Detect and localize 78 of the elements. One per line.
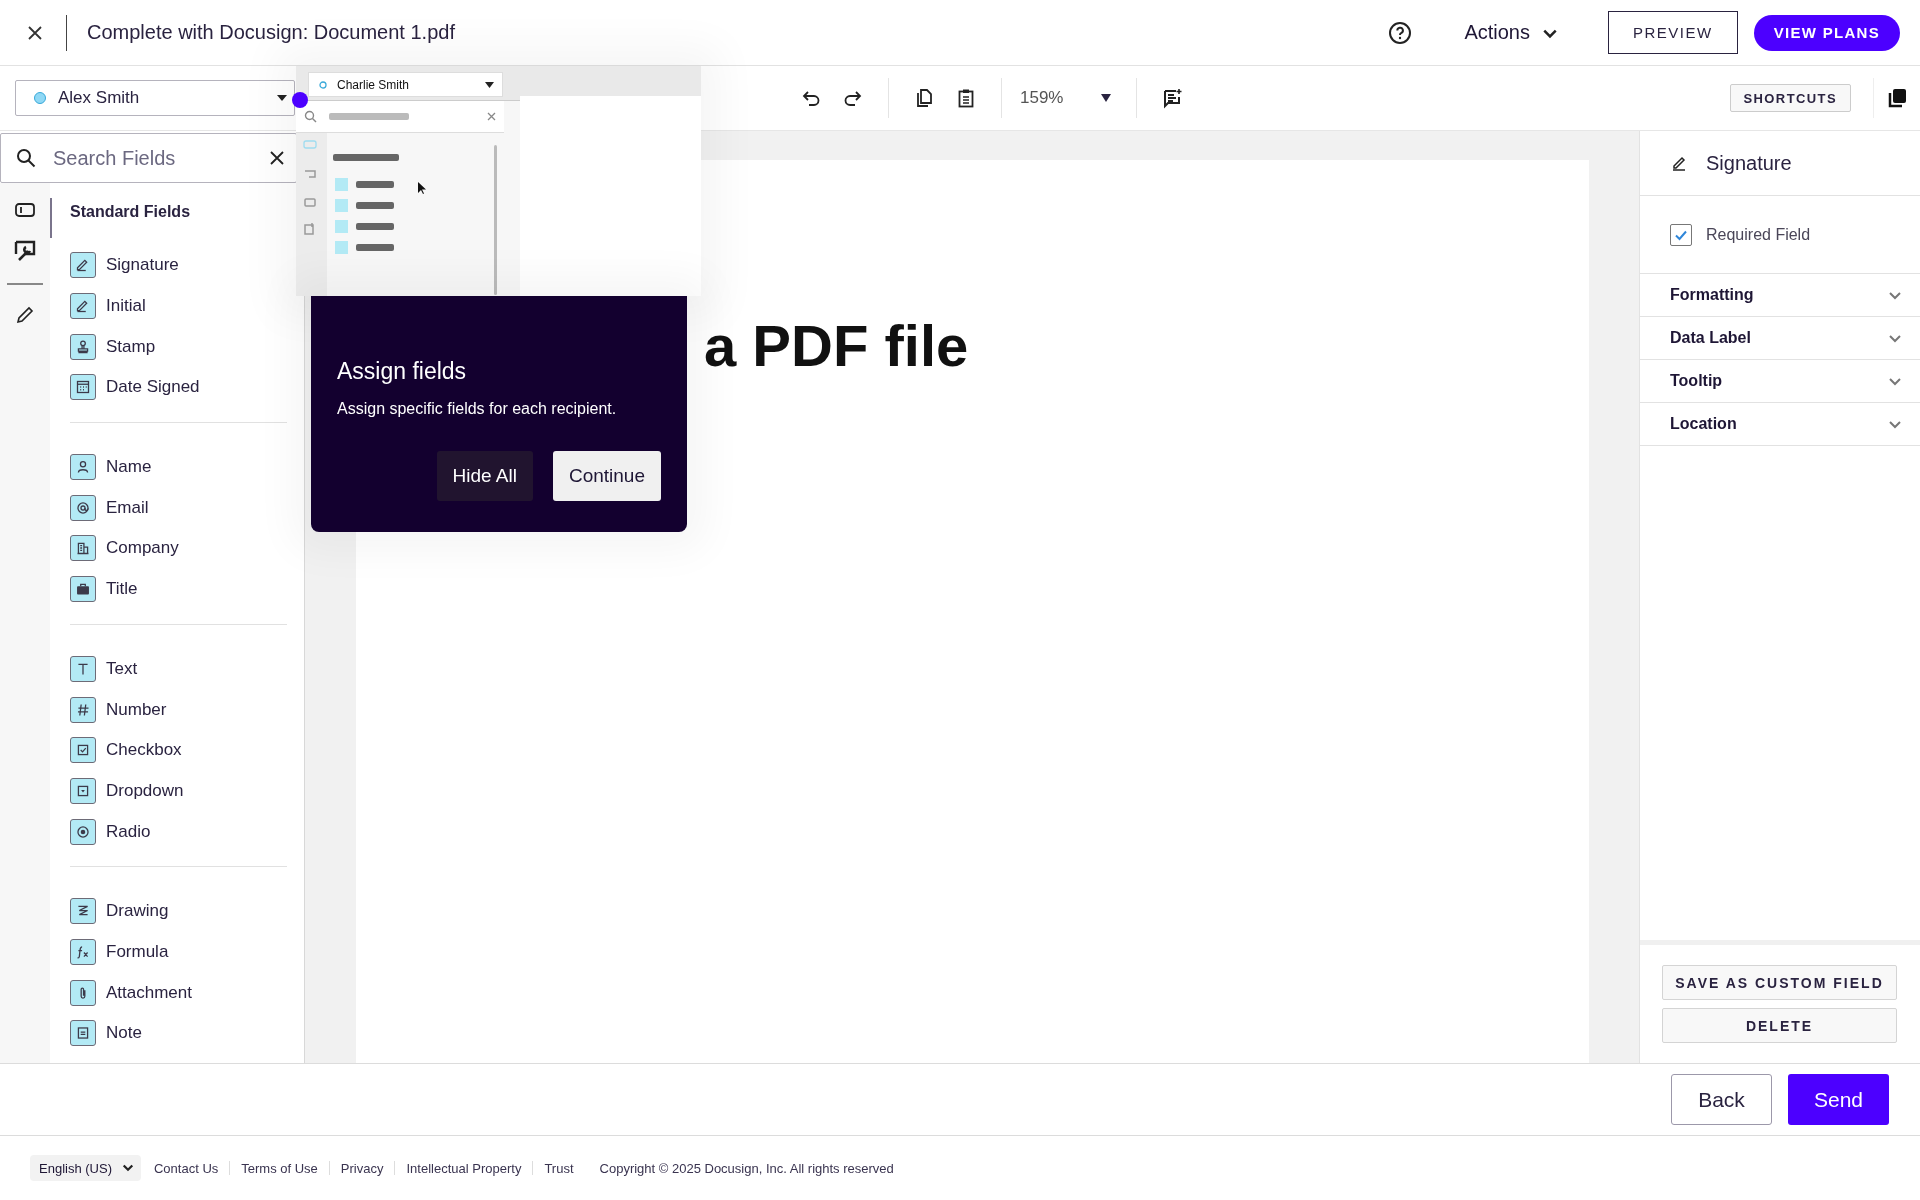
field-item[interactable]: Radio [70,811,287,852]
name-field-icon [70,454,96,481]
popover-title: Assign fields [337,358,467,385]
field-item[interactable]: Company [70,528,287,569]
help-button[interactable] [1388,20,1413,45]
title-field-icon [70,576,96,603]
field-item[interactable]: Text [70,648,287,690]
company-field-icon [70,535,96,562]
field-item[interactable]: Number [70,689,287,730]
actions-menu[interactable]: Actions [1464,21,1558,44]
field-item[interactable]: Formula [70,931,287,973]
field-box-icon[interactable] [15,203,35,217]
footer-link[interactable]: Contact Us [153,1160,219,1176]
section-heading: Standard Fields [70,203,191,221]
back-button[interactable]: Back [1671,1074,1772,1125]
accordion-header[interactable]: Tooltip [1640,360,1920,403]
field-item[interactable]: Name [70,446,287,488]
field-item[interactable]: Checkbox [70,729,287,771]
accordion-header[interactable]: Data Label [1640,317,1920,360]
field-item[interactable]: Note [70,1013,287,1054]
tour-marker [292,92,308,108]
pencil-icon[interactable] [15,304,35,325]
checkbox-field-icon [70,737,96,764]
chevron-icon [121,1162,134,1174]
drawing-field-icon [70,898,96,925]
footer-link[interactable]: Terms of Use [241,1160,318,1176]
attachment-field-icon [70,979,96,1006]
footer-link[interactable]: Intellectual Property [406,1160,522,1176]
field-item[interactable]: Signature [70,245,287,286]
clear-icon[interactable] [269,150,285,166]
document-title: Complete with Docusign: Document 1.pdf [87,21,455,44]
field-item[interactable]: Drawing [70,890,287,932]
email-field-icon [70,494,96,521]
field-item[interactable]: Email [70,487,287,529]
footer-link[interactable]: Trust [544,1160,574,1176]
panel-title: Signature [1706,151,1792,175]
preview-button[interactable]: PREVIEW [1607,11,1738,54]
search-icon [16,148,36,168]
text-field-icon [70,655,96,682]
field-item[interactable]: Stamp [70,326,287,368]
continue-button[interactable]: Continue [552,451,661,501]
pages-icon[interactable] [1886,87,1908,109]
document-heading: a PDF file [704,312,969,379]
shortcuts-button[interactable]: SHORTCUTS [1729,84,1851,112]
zoom-level[interactable]: 159% [1020,88,1090,108]
formula-field-icon [70,938,96,965]
signature-field-icon [70,252,96,279]
field-item[interactable]: Initial [70,285,287,327]
panel-button[interactable]: DELETE [1662,1008,1897,1043]
required-checkbox[interactable] [1670,223,1692,246]
checkbox-label: Required Field [1706,225,1811,244]
comment-icon[interactable] [1161,87,1183,109]
popover-text: Assign specific fields for each recipient. [337,400,618,418]
footer-link[interactable]: Privacy [340,1160,384,1176]
field-item[interactable]: Title [70,568,287,610]
send-button[interactable]: Send [1788,1074,1889,1125]
date-field-icon [70,374,96,401]
note-field-icon [70,1020,96,1047]
hide-all-button[interactable]: Hide All [436,451,533,501]
language-select[interactable]: English (US) [30,1155,141,1181]
view-plans-button[interactable]: VIEW PLANS [1753,14,1900,51]
dropdown-field-icon [70,777,96,804]
number-field-icon [70,696,96,723]
accordion-header[interactable]: Formatting [1640,274,1920,317]
stamp-field-icon [70,333,96,360]
search-field[interactable]: Search Fields [0,133,297,183]
initial-field-icon [70,293,96,320]
panel-button[interactable]: SAVE AS CUSTOM FIELD [1662,965,1897,1000]
accordion-header[interactable]: Location [1640,403,1920,446]
zoom-dropdown-button[interactable] [1100,93,1112,103]
field-item[interactable]: Date Signed [70,367,287,408]
tools-icon[interactable] [13,239,37,263]
copyright-text: Copyright © 2025 Docusign, Inc. All rights reserved [599,1160,894,1176]
field-item[interactable]: Attachment [70,972,287,1013]
tour-illustration: Charlie Smith [296,66,701,296]
recipient-select[interactable]: Alex Smith [15,80,295,116]
radio-field-icon [70,818,96,845]
field-item[interactable]: Dropdown [70,770,287,812]
